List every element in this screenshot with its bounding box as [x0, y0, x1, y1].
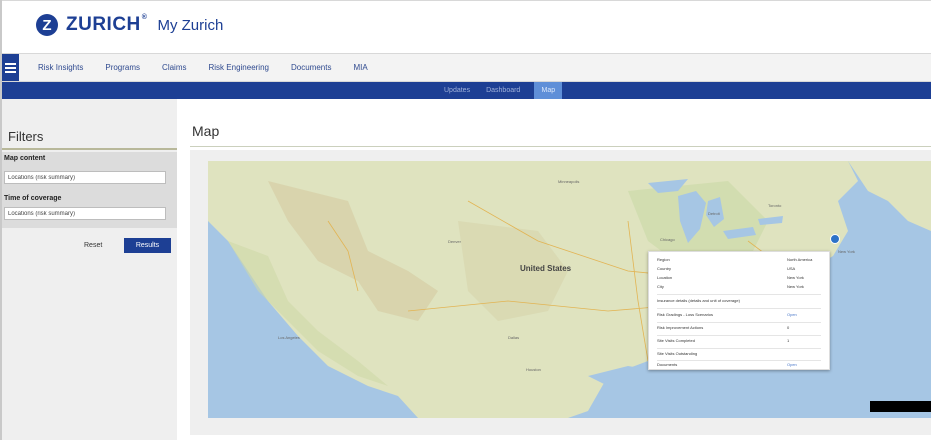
popup-key: Insurance details (details and unit of c…: [657, 298, 740, 303]
popup-value: New York: [787, 275, 804, 280]
popup-divider: [657, 322, 821, 323]
filter-group-map-content: Map content: [2, 152, 177, 192]
map-content-label: Map content: [4, 155, 46, 162]
app-header: Z ZURICH® My Zurich: [2, 1, 931, 51]
popup-value: North America: [787, 257, 813, 262]
nav-item-risk-insights[interactable]: Risk Insights: [27, 63, 94, 72]
location-info-popup: Region North America Country USA Location N…: [648, 251, 830, 370]
redaction-bar: [870, 401, 931, 412]
city-label: New York: [838, 249, 855, 254]
primary-nav: Risk Insights Programs Claims Risk Engin…: [2, 53, 931, 82]
popup-divider: [657, 335, 821, 336]
logo-wordmark: ZURICH®: [66, 14, 147, 36]
secondary-nav: Updates Dashboard Map: [2, 82, 931, 99]
location-pin-icon[interactable]: [830, 234, 840, 244]
city-label: Los Angeles: [278, 335, 300, 340]
popup-divider: [657, 360, 821, 361]
time-of-coverage-label: Time of coverage: [4, 195, 62, 202]
page-title: Map: [192, 123, 220, 139]
popup-key: City: [657, 284, 664, 289]
country-label: United States: [520, 264, 572, 273]
nav-item-mia[interactable]: MIA: [342, 63, 378, 72]
city-label: Minneapolis: [558, 179, 579, 184]
time-of-coverage-field[interactable]: [4, 207, 166, 220]
popup-row: City New York: [657, 284, 821, 291]
city-label: Toronto: [768, 203, 782, 208]
zurich-logo[interactable]: Z ZURICH® My Zurich: [36, 14, 223, 36]
zurich-logo-icon: Z: [36, 14, 58, 36]
app-name: My Zurich: [157, 16, 224, 34]
popup-row: Insurance details (details and unit of c…: [657, 298, 821, 305]
popup-key: Site Visits Outstanding: [657, 351, 698, 356]
popup-row: Site Visits Completed 1: [657, 338, 821, 345]
city-label: Denver: [448, 239, 462, 244]
popup-row[interactable]: Risk Gradings - Loss Scenarios Open: [657, 312, 821, 319]
popup-value: 0: [787, 325, 790, 330]
popup-key: Region: [657, 257, 670, 262]
filters-title: Filters: [8, 129, 44, 144]
popup-key: Country: [657, 266, 672, 271]
popup-divider: [657, 294, 821, 295]
menu-icon[interactable]: [2, 54, 19, 81]
popup-key: Documents: [657, 362, 678, 367]
open-link[interactable]: Open: [787, 362, 797, 367]
popup-key: Risk Gradings - Loss Scenarios: [657, 312, 714, 317]
map-content-field[interactable]: [4, 171, 166, 184]
city-label: Detroit: [708, 211, 721, 216]
popup-row: Country USA: [657, 266, 821, 273]
tab-dashboard[interactable]: Dashboard: [478, 82, 528, 99]
nav-item-claims[interactable]: Claims: [151, 63, 197, 72]
popup-row: Location New York: [657, 275, 821, 282]
results-button[interactable]: Results: [124, 238, 171, 253]
city-label: Dallas: [508, 335, 519, 340]
popup-key: Risk Improvement Actions: [657, 325, 704, 330]
popup-row: Risk Improvement Actions 0: [657, 325, 821, 332]
registered-mark: ®: [141, 14, 148, 21]
reset-button[interactable]: Reset: [84, 242, 102, 249]
popup-value: 1: [787, 338, 790, 343]
popup-key: Location: [657, 275, 673, 280]
nav-item-risk-engineering[interactable]: Risk Engineering: [198, 63, 280, 72]
filter-group-time-of-coverage: Time of coverage: [2, 192, 177, 228]
city-label: Chicago: [660, 237, 675, 242]
popup-row: Region North America: [657, 257, 821, 264]
logo-text: ZURICH: [66, 14, 141, 35]
filters-panel: Filters Map content Time of coverage Res…: [2, 99, 177, 440]
popup-divider: [657, 348, 821, 349]
filters-divider: [2, 148, 177, 150]
nav-item-documents[interactable]: Documents: [280, 63, 342, 72]
city-label: Houston: [526, 367, 541, 372]
popup-row: Site Visits Outstanding: [657, 351, 821, 358]
popup-divider: [657, 308, 821, 309]
popup-value: New York: [787, 284, 804, 289]
tab-map[interactable]: Map: [534, 82, 563, 99]
popup-row[interactable]: Documents Open: [657, 362, 821, 369]
title-divider: [190, 146, 931, 147]
tab-updates[interactable]: Updates: [436, 82, 478, 99]
popup-key: Site Visits Completed: [657, 338, 695, 343]
popup-value: USA: [787, 266, 796, 271]
nav-item-programs[interactable]: Programs: [94, 63, 151, 72]
open-link[interactable]: Open: [787, 312, 797, 317]
